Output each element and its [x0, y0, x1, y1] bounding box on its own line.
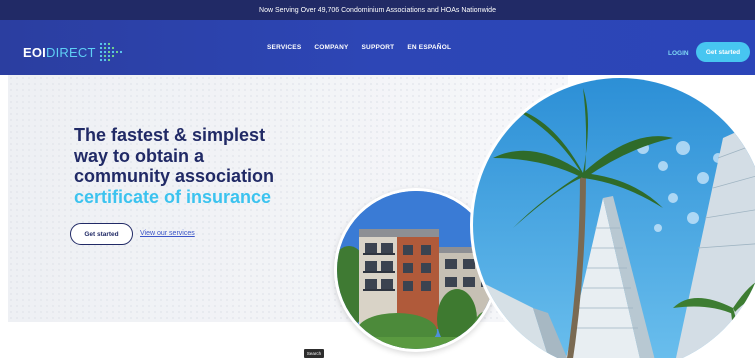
announcement-bar: Now Serving Over 49,706 Condominium Asso…: [0, 0, 755, 20]
search-tooltip: Search: [304, 349, 324, 358]
announcement-text: Now Serving Over 49,706 Condominium Asso…: [259, 6, 496, 14]
get-started-hero-button[interactable]: Get started: [70, 223, 133, 245]
nav-links: SERVICES COMPANY SUPPORT EN ESPAÑOL: [267, 44, 451, 51]
get-started-header-button[interactable]: Get started: [696, 42, 750, 62]
nav-item-services[interactable]: SERVICES: [267, 44, 301, 51]
logo[interactable]: EOI DIRECT: [23, 41, 126, 63]
logo-text-direct: DIRECT: [46, 44, 96, 60]
hero-headline: The fastest & simplest way to obtain a c…: [74, 125, 334, 207]
headline-accent: certificate of insurance: [74, 186, 272, 207]
main-navigation: EOI DIRECT SERVICES COMPANY SUPPORT EN ES…: [0, 20, 755, 75]
nav-item-support[interactable]: SUPPORT: [362, 44, 395, 51]
palm-skyscraper-illustration: [473, 78, 755, 358]
nav-item-espanol[interactable]: EN ESPAÑOL: [407, 44, 451, 51]
view-services-link[interactable]: View our services: [140, 230, 195, 237]
logo-text-eoi: EOI: [23, 44, 46, 60]
headline-line-3: community association: [74, 166, 275, 186]
headline-line-2: way to obtain a: [74, 145, 205, 166]
nav-item-company[interactable]: COMPANY: [314, 44, 348, 51]
login-link[interactable]: LOGIN: [668, 50, 689, 57]
arrow-dots-icon: [99, 42, 122, 62]
headline-line-1: The fastest & simplest: [74, 125, 266, 145]
